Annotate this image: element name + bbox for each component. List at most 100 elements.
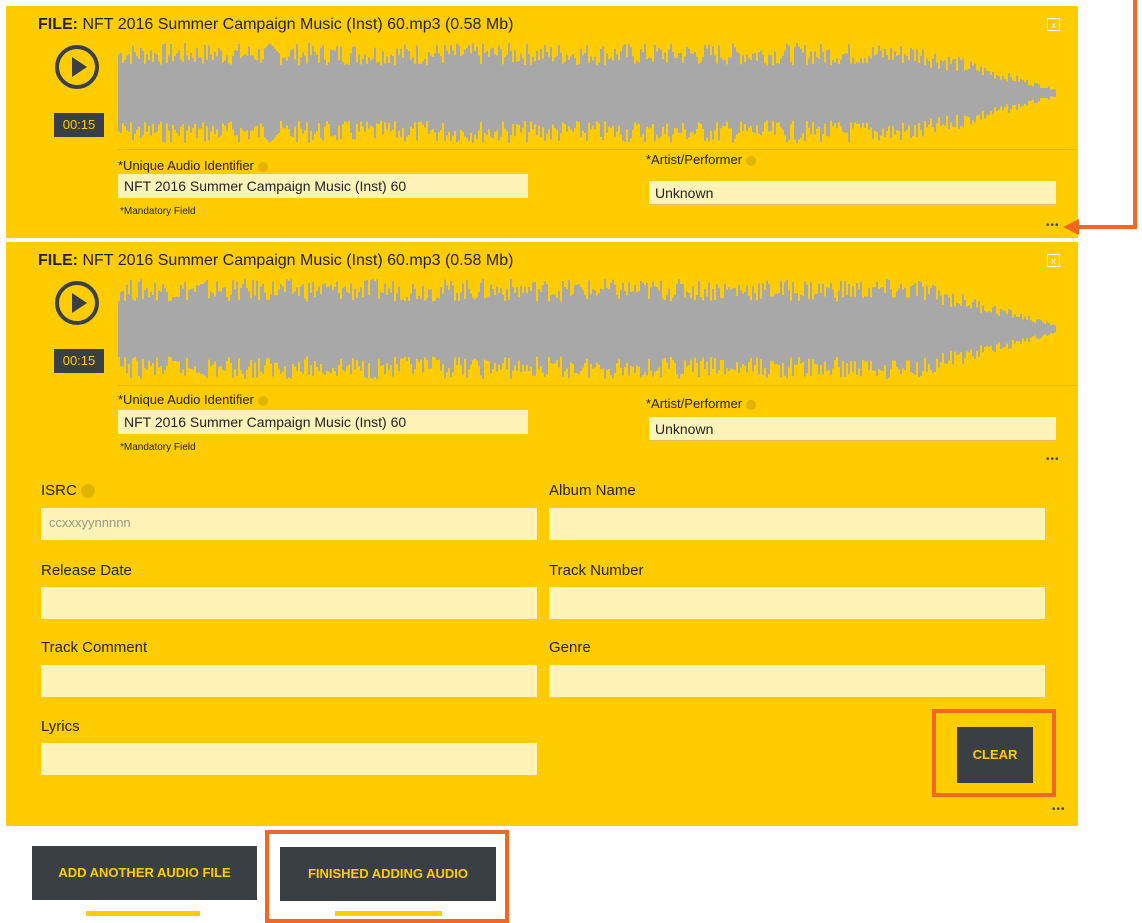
waveform-bar [276, 51, 278, 135]
waveform-bar [302, 284, 304, 374]
waveform-bar [538, 288, 540, 370]
waveform-bar [988, 71, 990, 115]
lyrics-input[interactable] [41, 743, 537, 775]
more-options-button[interactable]: ••• [1046, 454, 1060, 465]
waveform-bar [716, 284, 718, 374]
timecode: 00:15 [54, 349, 104, 373]
waveform-bar [204, 44, 206, 142]
info-icon[interactable] [746, 155, 757, 166]
waveform-bar [1052, 324, 1054, 334]
waveform-bar [326, 64, 328, 122]
genre-input[interactable] [549, 665, 1045, 697]
waveform-bar [502, 294, 504, 364]
waveform-bar [542, 285, 544, 373]
waveform-bar [282, 286, 284, 372]
info-icon[interactable] [257, 395, 268, 406]
waveform-bar [642, 282, 644, 376]
track-comment-input[interactable] [41, 665, 537, 697]
waveform-bar [410, 59, 412, 127]
waveform-bar [336, 45, 338, 141]
waveform-bar [548, 56, 550, 130]
waveform-bar [332, 49, 334, 137]
waveform-bar [304, 55, 306, 131]
waveform-bar [842, 297, 844, 361]
waveform-bar [312, 45, 314, 141]
waveform-bar [440, 56, 442, 130]
waveform-bar [254, 295, 256, 363]
add-another-audio-button[interactable]: ADD ANOTHER AUDIO FILE [32, 846, 257, 900]
waveform-bar [750, 60, 752, 126]
waveform-bar [980, 312, 982, 346]
waveform-bar [686, 46, 688, 140]
waveform-bar [364, 280, 366, 378]
waveform-bar [746, 54, 748, 132]
waveform-bar [894, 297, 896, 361]
waveform-bar [390, 292, 392, 366]
waveform-bar [446, 50, 448, 136]
waveform-bar [958, 56, 960, 130]
waveform-bar [930, 287, 932, 371]
album-label: Album Name [549, 482, 636, 499]
waveform-bar [602, 289, 604, 369]
artist-input[interactable]: Unknown [649, 181, 1056, 205]
waveform-bar [158, 290, 160, 368]
waveform-bar [232, 280, 234, 378]
waveform-bar [1022, 319, 1024, 339]
waveform-bar [650, 287, 652, 371]
waveform-bar [138, 281, 140, 377]
waveform-bar [336, 281, 338, 377]
waveform-bar [638, 291, 640, 367]
waveform[interactable] [118, 38, 1056, 148]
track-number-input[interactable] [549, 587, 1045, 619]
waveform-bar [636, 292, 638, 366]
waveform[interactable] [118, 274, 1056, 384]
waveform-bar [576, 64, 578, 122]
waveform-bar [396, 293, 398, 365]
waveform-bar [888, 280, 890, 378]
waveform-bar [308, 283, 310, 375]
waveform-bar [756, 300, 758, 358]
waveform-bar [644, 285, 646, 373]
waveform-bar [828, 288, 830, 370]
artist-input[interactable]: Unknown [649, 417, 1056, 441]
waveform-bar [162, 44, 164, 142]
isrc-input[interactable]: ccxxxyynnnnn [41, 508, 537, 540]
waveform-bar [846, 294, 848, 364]
waveform-bar [420, 63, 422, 123]
play-icon[interactable] [54, 280, 100, 326]
waveform-bar [744, 61, 746, 125]
waveform-bar [844, 53, 846, 133]
waveform-bar [590, 56, 592, 130]
waveform-bar [830, 282, 832, 376]
waveform-bar [126, 55, 128, 131]
waveform-bar [680, 283, 682, 375]
waveform-bar [474, 299, 476, 359]
waveform-bar [870, 58, 872, 128]
info-icon[interactable] [257, 161, 268, 172]
waveform-bar [778, 292, 780, 366]
waveform-bar [614, 49, 616, 137]
more-options-button[interactable]: ••• [1052, 804, 1066, 815]
waveform-bar [866, 296, 868, 362]
waveform-bar [782, 294, 784, 364]
waveform-bar [1048, 86, 1050, 100]
waveform-bar [550, 46, 552, 140]
waveform-bar [132, 45, 134, 141]
info-icon[interactable] [80, 484, 95, 499]
waveform-bar [908, 60, 910, 126]
waveform-bar [412, 57, 414, 129]
waveform-bar [154, 52, 156, 134]
play-icon[interactable] [54, 44, 100, 90]
info-icon[interactable] [746, 399, 757, 410]
waveform-bar [982, 305, 984, 353]
uid-input[interactable]: NFT 2016 Summer Campaign Music (Inst) 60 [118, 174, 528, 198]
album-input[interactable] [549, 508, 1045, 540]
waveform-bar [702, 300, 704, 358]
waveform-bar [180, 59, 182, 127]
waveform-bar [596, 295, 598, 363]
release-date-input[interactable] [41, 587, 537, 619]
waveform-bar [1006, 314, 1008, 344]
close-icon[interactable]: x [1047, 254, 1060, 267]
uid-input[interactable]: NFT 2016 Summer Campaign Music (Inst) 60 [118, 410, 528, 434]
waveform-bar [200, 284, 202, 374]
